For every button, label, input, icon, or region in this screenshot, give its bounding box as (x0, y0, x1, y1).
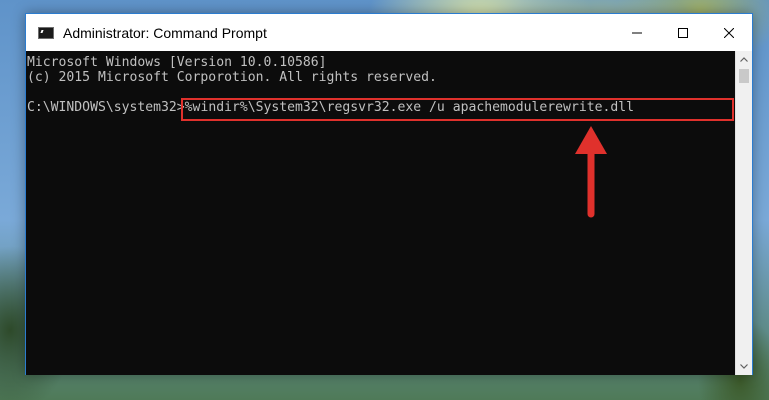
title-bar[interactable]: Administrator: Command Prompt (26, 14, 752, 51)
red-arrow-up-icon (575, 126, 607, 218)
scroll-thumb[interactable] (739, 69, 749, 83)
minimize-button[interactable] (614, 14, 660, 51)
maximize-icon (678, 27, 688, 38)
console-line-version: Microsoft Windows [Version 10.0.10586] (27, 55, 327, 70)
command-prompt-window[interactable]: Administrator: Command Prompt Microsoft (25, 13, 753, 375)
close-icon (724, 27, 734, 38)
window-title: Administrator: Command Prompt (63, 24, 267, 41)
scroll-up-icon (740, 57, 748, 62)
window-controls (614, 14, 752, 51)
scroll-down-button[interactable] (736, 358, 752, 375)
console-line-copyright: (c) 2015 Microsoft Corporotion. All righ… (27, 70, 437, 85)
cmd-icon (38, 26, 54, 39)
command-highlight-box (181, 98, 734, 121)
minimize-icon (632, 32, 642, 33)
close-button[interactable] (706, 14, 752, 51)
scroll-up-button[interactable] (736, 51, 752, 68)
vertical-scrollbar[interactable] (735, 51, 752, 375)
scroll-down-icon (740, 364, 748, 369)
maximize-button[interactable] (660, 14, 706, 51)
console-prompt: C:\WINDOWS\system32> (27, 100, 185, 115)
